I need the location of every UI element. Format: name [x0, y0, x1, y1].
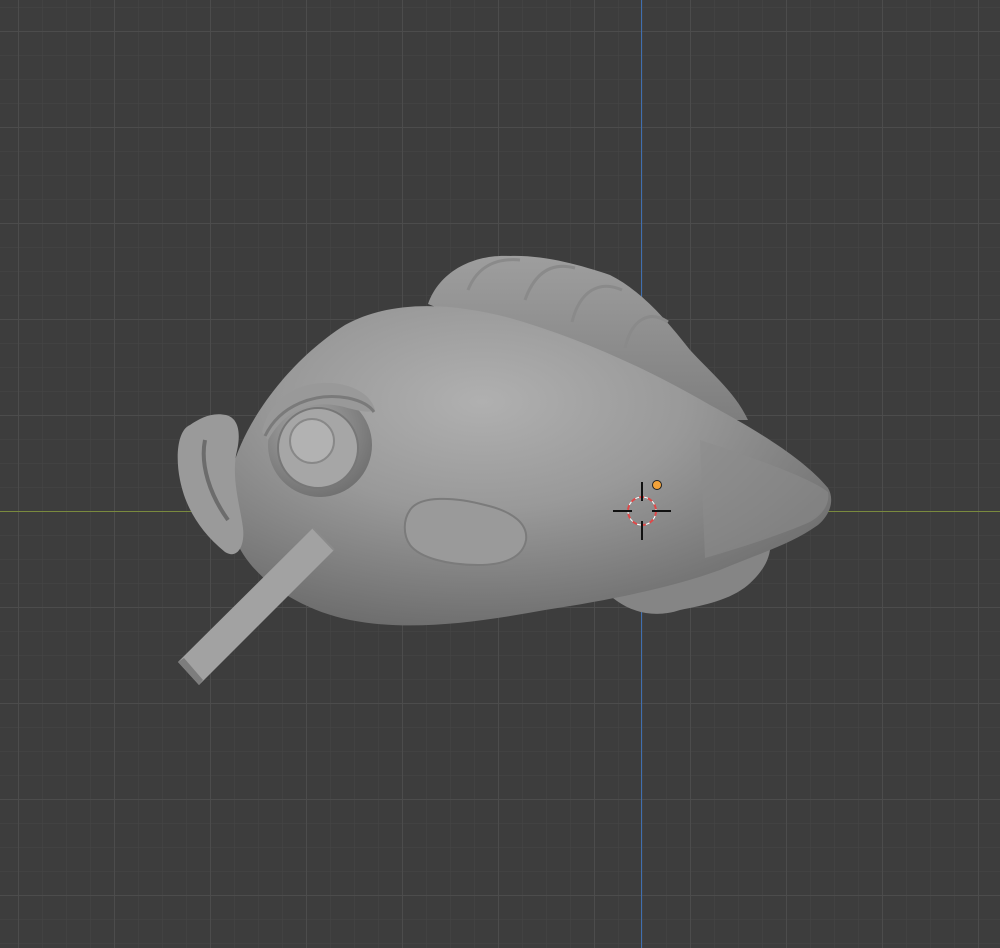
- fish-model[interactable]: [177, 255, 832, 685]
- 3d-viewport[interactable]: [0, 0, 1000, 948]
- scene-canvas[interactable]: [0, 0, 1000, 948]
- fish-lips: [177, 414, 244, 555]
- object-origin-icon: [652, 480, 662, 490]
